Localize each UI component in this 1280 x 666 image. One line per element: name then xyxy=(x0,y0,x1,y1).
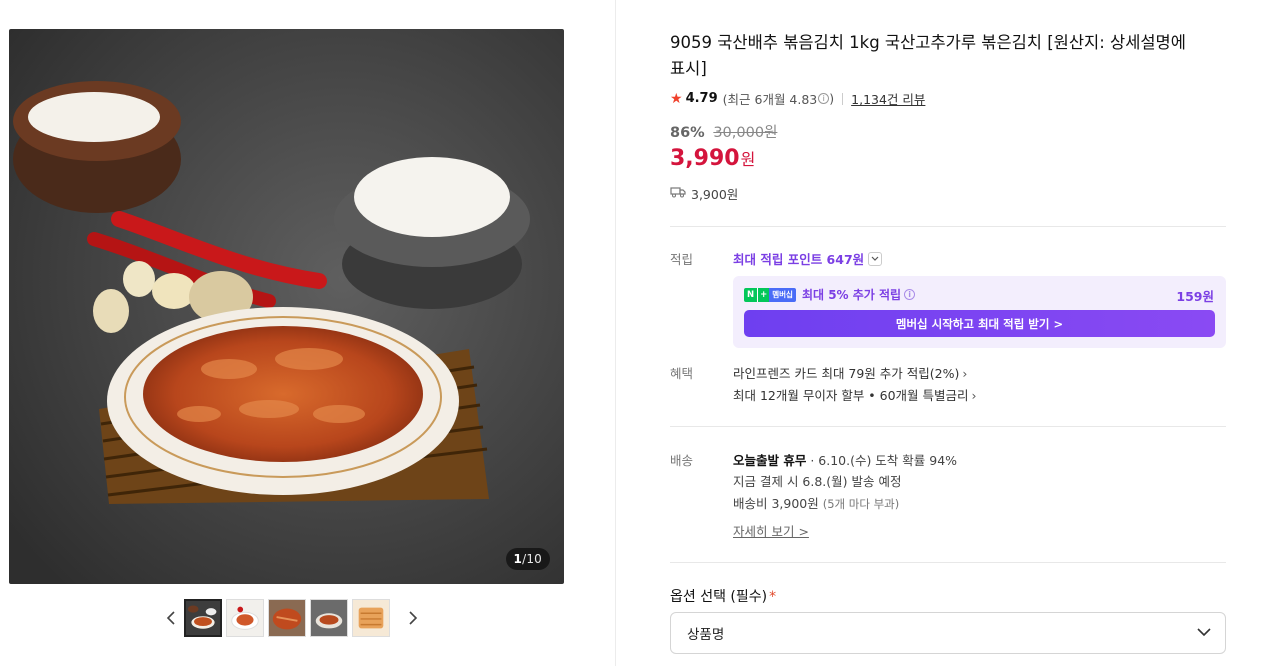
thumbnail-1[interactable] xyxy=(184,599,222,637)
thumbnail-strip xyxy=(160,599,424,637)
rating-score: 4.79 xyxy=(685,91,718,106)
divider xyxy=(670,562,1226,563)
thumbnail-4[interactable] xyxy=(310,599,348,637)
price-unit: 원 xyxy=(740,150,756,169)
price-row: 3,990원 xyxy=(670,146,755,171)
membership-row: N + 멤버십 최대 5% 추가 적립 i xyxy=(744,286,916,303)
divider xyxy=(670,226,1226,227)
option-label: 옵션 선택 (필수) * xyxy=(670,586,776,606)
divider xyxy=(670,426,1226,427)
benefit-card-link[interactable]: 라인프렌즈 카드 최대 79원 추가 적립(2%) › xyxy=(733,363,967,382)
delivery-detail-link[interactable]: 자세히 보기 > xyxy=(733,521,809,540)
delivery-status: 오늘출발 휴무 xyxy=(733,453,807,468)
benefit-label: 혜택 xyxy=(670,366,694,381)
membership-start-button[interactable]: 멤버십 시작하고 최대 적립 받기 > xyxy=(744,310,1215,337)
delivery-arrival: · 6.10.(수) 도착 확률 94% xyxy=(806,453,958,468)
membership-badge-text: 멤버십 xyxy=(769,287,796,302)
thumbnail-3[interactable] xyxy=(268,599,306,637)
membership-points: 159원 xyxy=(1176,289,1214,304)
recent-rating-close: ) xyxy=(829,91,835,106)
counter-total: /10 xyxy=(522,552,542,566)
option-select-value: 상품명 xyxy=(687,627,725,643)
star-icon: ★ xyxy=(670,90,683,107)
max-reward-toggle[interactable]: 최대 적립 포인트 647원 xyxy=(733,249,883,268)
chevron-right-icon[interactable] xyxy=(402,599,424,637)
naver-membership-badge: N + 멤버십 xyxy=(744,287,796,302)
product-gallery: 1/10 xyxy=(0,0,616,666)
option-label-text: 옵션 선택 (필수) xyxy=(670,589,768,605)
benefit-line-1: 라인프렌즈 카드 최대 79원 추가 적립(2%) xyxy=(733,366,960,381)
recent-rating: (최근 6개월 4.83 xyxy=(722,92,818,107)
chevron-left-icon[interactable] xyxy=(160,599,182,637)
truck-icon xyxy=(670,186,691,201)
divider xyxy=(842,92,844,105)
kimchi-photo xyxy=(9,29,564,584)
option-select[interactable]: 상품명 xyxy=(670,612,1226,654)
chevron-down-icon[interactable] xyxy=(868,251,883,266)
delivery-fee-note: (5개 마다 부과) xyxy=(822,497,900,511)
main-product-image[interactable]: 1/10 xyxy=(9,29,564,584)
max-reward-text: 최대 적립 포인트 647원 xyxy=(733,252,865,267)
benefit-line-2: 최대 12개월 무이자 할부 • 60개월 특별금리 xyxy=(733,388,969,403)
rating-row: ★ 4.79 (최근 6개월 4.83 i ) 1,134건 리뷰 xyxy=(670,89,925,108)
sale-price: 3,990 xyxy=(670,146,740,171)
counter-current: 1 xyxy=(513,552,523,566)
membership-box: N + 멤버십 최대 5% 추가 적립 i 159원 멤버십 시작하고 최대 적립 … xyxy=(733,276,1226,348)
image-counter: 1/10 xyxy=(505,548,550,570)
thumbnail-5[interactable] xyxy=(352,599,390,637)
thumbnail-2[interactable] xyxy=(226,599,264,637)
required-mark: * xyxy=(769,589,777,605)
reward-label: 적립 xyxy=(670,252,694,267)
delivery-line-3: 배송비 3,900원 (5개 마다 부과) xyxy=(733,493,899,512)
shipping-fee: 3,900원 xyxy=(691,187,739,202)
delivery-line-2: 지금 결제 시 6.8.(월) 발송 예정 xyxy=(733,474,902,489)
info-icon[interactable]: i xyxy=(904,289,916,300)
benefit-installment-link[interactable]: 최대 12개월 무이자 할부 • 60개월 특별금리 › xyxy=(733,385,977,404)
chevron-right-icon: › xyxy=(971,388,977,403)
review-count-link[interactable]: 1,134건 리뷰 xyxy=(851,89,925,108)
delivery-fee: 배송비 3,900원 xyxy=(733,496,823,511)
original-price: 30,000원 xyxy=(713,125,778,141)
product-title: 9059 국산배추 볶음김치 1kg 국산고추가루 볶은김치 [원산지: 상세설… xyxy=(670,33,1186,78)
discount-row: 86% 30,000원 xyxy=(670,121,777,142)
chevron-right-icon: › xyxy=(962,366,968,381)
delivery-label: 배송 xyxy=(670,453,694,468)
chevron-down-icon xyxy=(1197,625,1211,641)
info-icon[interactable]: i xyxy=(818,93,830,104)
delivery-line-1: 오늘출발 휴무 · 6.10.(수) 도착 확률 94% xyxy=(733,450,957,469)
discount-rate: 86% xyxy=(670,125,705,141)
membership-text: 최대 5% 추가 적립 xyxy=(801,288,902,302)
shipping-fee-row: 3,900원 xyxy=(670,184,738,203)
